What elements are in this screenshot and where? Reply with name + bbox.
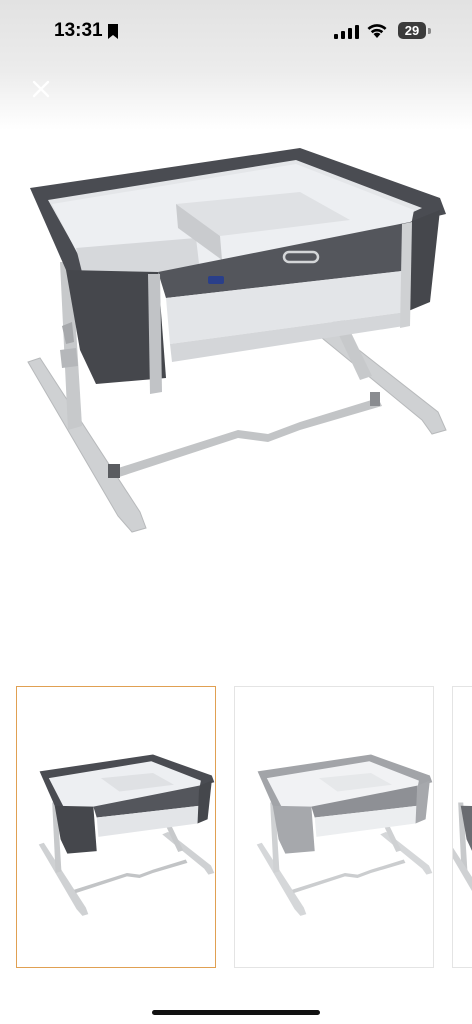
battery-cap	[428, 28, 431, 34]
close-button[interactable]	[26, 74, 56, 104]
product-image[interactable]	[0, 130, 472, 570]
battery-indicator: 29	[398, 22, 426, 39]
status-bar: 13:31 29	[0, 0, 472, 64]
crib-illustration	[27, 148, 447, 533]
bookmark-icon	[108, 24, 118, 39]
thumbnail-image	[38, 754, 215, 916]
thumbnail-3[interactable]	[444, 686, 472, 968]
thumbnail-strip	[0, 686, 472, 970]
wifi-icon	[367, 24, 387, 38]
status-time: 13:31	[54, 20, 103, 41]
thumbnail-image	[256, 754, 433, 916]
thumbnail-image	[444, 802, 472, 892]
cellular-signal-icon	[334, 25, 359, 39]
close-icon	[32, 80, 50, 98]
home-indicator[interactable]	[152, 1010, 320, 1015]
thumbnail-1[interactable]	[16, 686, 216, 968]
thumbnail-2[interactable]	[234, 686, 434, 968]
